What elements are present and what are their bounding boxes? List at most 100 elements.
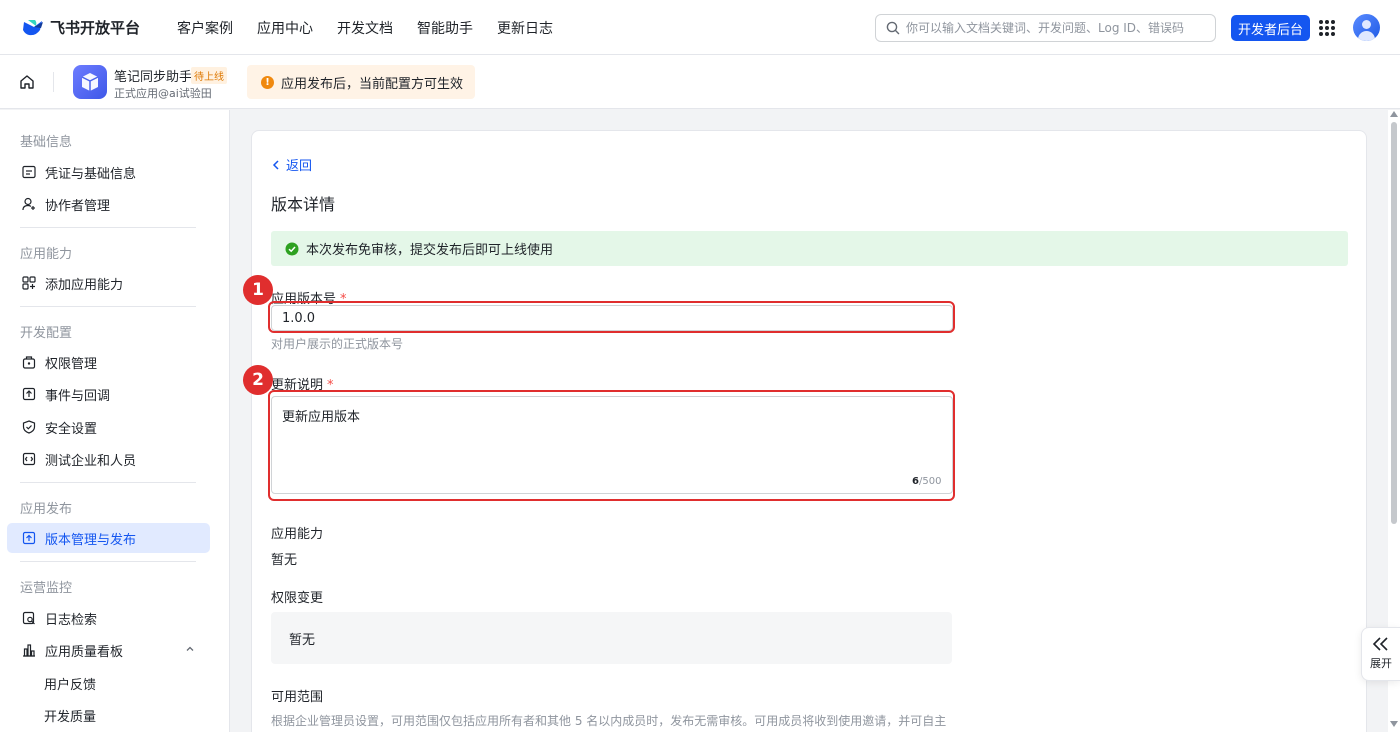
user-avatar[interactable] (1353, 14, 1380, 41)
chart-icon (21, 642, 37, 658)
expand-label: 展开 (1370, 657, 1392, 670)
section-app-release: 应用发布 (20, 502, 73, 517)
nav-app-center[interactable]: 应用中心 (257, 18, 313, 38)
cube-icon (81, 73, 99, 91)
char-max: /500 (918, 476, 942, 487)
sidebar-item-label: 事件与回调 (45, 388, 111, 404)
chevron-left-icon (272, 159, 279, 170)
char-counter: 6/500 (912, 476, 941, 487)
brand-logo[interactable]: 飞书开放平台 (22, 17, 140, 38)
annotation-badge-1: 1 (243, 275, 273, 305)
developer-console-button[interactable]: 开发者后台 (1231, 15, 1311, 41)
search-input[interactable] (906, 21, 1206, 35)
test-icon (21, 451, 37, 467)
back-label: 返回 (286, 159, 313, 174)
top-navbar: 飞书开放平台 客户案例 应用中心 开发文档 智能助手 更新日志 开发者后台 (0, 0, 1400, 55)
sidebar-item-test-tenants[interactable]: 测试企业和人员 (7, 444, 210, 474)
sidebar-item-permissions[interactable]: 权限管理 (7, 347, 210, 377)
nav-changelog[interactable]: 更新日志 (497, 18, 553, 38)
collaborator-icon (21, 196, 37, 212)
app-header-bar: 笔记同步助手 待上线 正式应用@ai试验田 ! 应用发布后，当前配置方可生效 (0, 55, 1400, 109)
sidebar-item-label: 用户反馈 (44, 677, 97, 693)
scroll-down-arrow[interactable] (1390, 721, 1398, 727)
credential-icon (21, 164, 37, 180)
sidebar-item-user-feedback[interactable]: 用户反馈 (7, 668, 210, 698)
app-name: 笔记同步助手 (114, 70, 193, 85)
permission-change-value: 暂无 (289, 632, 316, 648)
nav-smart-assistant[interactable]: 智能助手 (417, 18, 473, 38)
sidebar-item-add-capability[interactable]: 添加应用能力 (7, 268, 210, 298)
feishu-logo-icon (23, 19, 43, 35)
divider (20, 227, 196, 228)
section-app-capability: 应用能力 (20, 247, 73, 262)
back-link[interactable]: 返回 (272, 155, 312, 174)
success-alert: 本次发布免审核，提交发布后即可上线使用 (271, 231, 1348, 266)
annotation-badge-2: 2 (243, 365, 273, 395)
notice-text: 应用发布后，当前配置方可生效 (281, 76, 464, 92)
app-subtitle: 正式应用@ai试验田 (114, 87, 212, 100)
permission-change-label: 权限变更 (271, 591, 324, 606)
expand-panel-button[interactable]: 展开 (1361, 627, 1400, 681)
apps-grid-icon[interactable] (1319, 20, 1335, 36)
release-notes-textarea[interactable]: 更新应用版本 (271, 396, 953, 494)
permission-change-box: 暂无 (271, 612, 952, 664)
app-icon (73, 65, 107, 99)
sidebar-item-label: 添加应用能力 (45, 277, 124, 293)
log-search-icon (21, 610, 37, 626)
notes-label-text: 更新说明 (271, 378, 324, 393)
divider (20, 482, 196, 483)
double-chevron-left-icon (1372, 637, 1388, 651)
shield-icon (21, 419, 37, 435)
range-label: 可用范围 (271, 690, 324, 705)
search-box (875, 14, 1216, 42)
sidebar-item-version-release[interactable]: 版本管理与发布 (7, 523, 210, 553)
sidebar: 基础信息 凭证与基础信息 协作者管理 应用能力 添加应用能力 开发配置 权限管理… (0, 110, 230, 732)
divider (20, 561, 196, 562)
sidebar-item-dev-quality[interactable]: 开发质量 (7, 700, 210, 730)
upload-icon (21, 530, 37, 546)
nav-dev-docs[interactable]: 开发文档 (337, 18, 393, 38)
chevron-up-icon[interactable] (184, 643, 196, 655)
sidebar-item-label: 安全设置 (45, 421, 98, 437)
home-icon[interactable] (19, 74, 35, 90)
sidebar-item-security[interactable]: 安全设置 (7, 412, 210, 442)
required-mark: * (327, 378, 334, 393)
scroll-up-arrow[interactable] (1390, 111, 1398, 117)
check-circle-icon (285, 242, 299, 255)
success-text: 本次发布免审核，提交发布后即可上线使用 (306, 243, 554, 258)
version-detail-card: 返回 版本详情 本次发布免审核，提交发布后即可上线使用 应用版本号* 对用户展示… (251, 130, 1367, 732)
divider (53, 72, 54, 92)
add-capability-icon (21, 275, 37, 291)
section-ops-monitor: 运营监控 (20, 581, 73, 596)
sidebar-item-label: 开发质量 (44, 709, 97, 725)
sidebar-item-label: 权限管理 (45, 356, 98, 372)
sidebar-item-label: 凭证与基础信息 (45, 166, 137, 182)
capability-label: 应用能力 (271, 527, 324, 542)
app-status-badge: 待上线 (191, 67, 227, 84)
sidebar-item-events[interactable]: 事件与回调 (7, 379, 210, 409)
sidebar-item-log-search[interactable]: 日志检索 (7, 603, 210, 633)
brand-name: 飞书开放平台 (50, 19, 141, 37)
sidebar-item-label: 测试企业和人员 (45, 453, 137, 469)
nav-customer-cases[interactable]: 客户案例 (177, 18, 233, 38)
notes-label: 更新说明 * (271, 374, 334, 393)
permission-icon (21, 354, 37, 370)
warning-icon: ! (261, 75, 274, 89)
range-description: 根据企业管理员设置，可用范围仅包括应用所有者和其他 5 名以内成员时，发布无需审… (271, 714, 947, 728)
capability-value: 暂无 (271, 553, 298, 568)
sidebar-item-label: 协作者管理 (45, 198, 111, 214)
sidebar-item-label: 应用质量看板 (45, 644, 124, 660)
scrollbar-thumb[interactable] (1391, 122, 1397, 524)
divider (20, 306, 196, 307)
sidebar-item-credentials[interactable]: 凭证与基础信息 (7, 157, 210, 187)
version-input[interactable] (271, 305, 953, 331)
section-dev-config: 开发配置 (20, 326, 73, 341)
main-nav: 客户案例 应用中心 开发文档 智能助手 更新日志 (177, 18, 553, 38)
version-hint: 对用户展示的正式版本号 (271, 337, 404, 351)
config-notice: ! 应用发布后，当前配置方可生效 (247, 65, 476, 99)
sidebar-item-quality-dashboard[interactable]: 应用质量看板 (7, 635, 210, 665)
char-count: 6 (912, 476, 919, 487)
event-icon (21, 386, 37, 402)
section-basic-info: 基础信息 (20, 135, 73, 150)
sidebar-item-collaborators[interactable]: 协作者管理 (7, 189, 210, 219)
